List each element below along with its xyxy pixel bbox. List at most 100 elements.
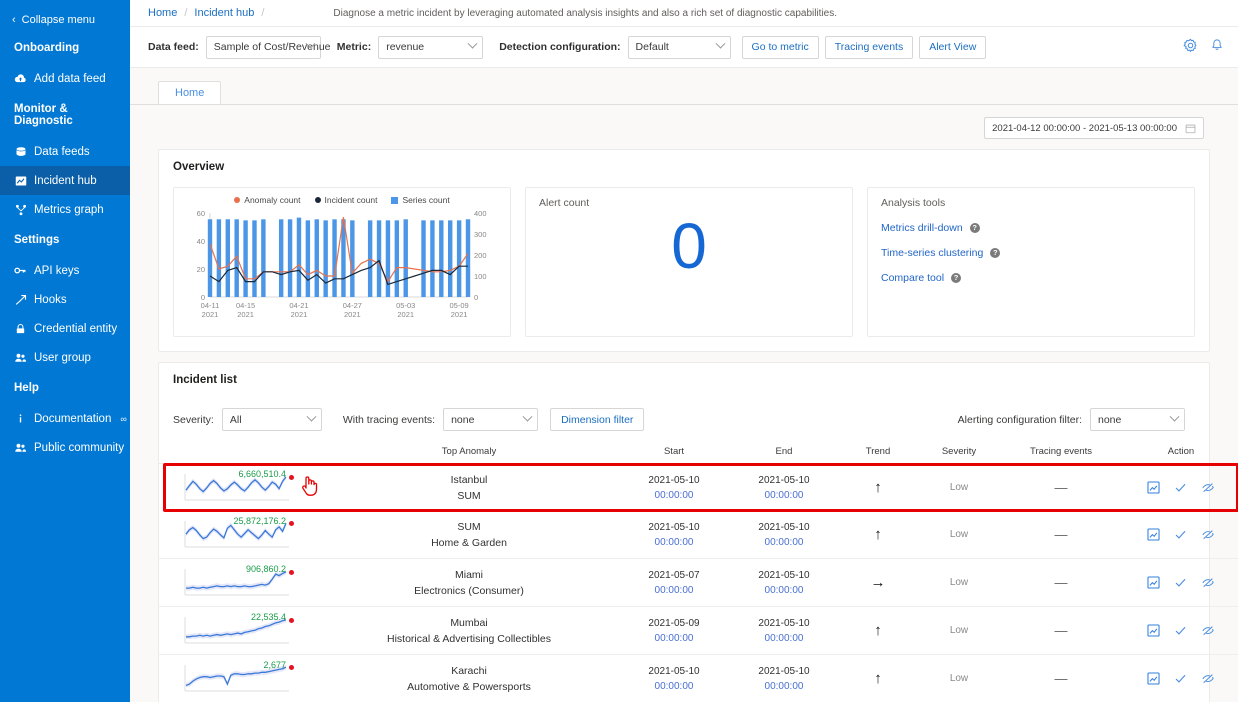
column-header-tracing-events[interactable]: Tracing events — [1001, 443, 1121, 464]
end-time: 00:00:00 — [729, 537, 839, 548]
overview-card: Overview Anomaly count Incident count — [158, 149, 1210, 352]
check-icon[interactable] — [1174, 624, 1187, 637]
tab-home[interactable]: Home — [158, 81, 221, 104]
column-header-start[interactable]: Start — [619, 443, 729, 464]
help-icon[interactable]: ? — [970, 223, 980, 233]
tracing-events-button[interactable]: Tracing events — [825, 36, 913, 59]
metrics-drill-down-link[interactable]: Metrics drill-down ? — [868, 209, 1194, 234]
incident-sparkline-cell[interactable]: 6,660,510.4 — [159, 464, 319, 512]
overview-chart-panel: Anomaly count Incident count Series coun… — [173, 187, 511, 337]
sidebar-item-hooks[interactable]: Hooks — [0, 285, 130, 314]
metric-select[interactable]: revenue — [378, 36, 483, 59]
start-cell: 2021-05-1000:00:00 — [619, 655, 729, 702]
sidebar-item-data-feeds[interactable]: Data feeds — [0, 137, 130, 166]
detection-configuration-select[interactable]: Default — [628, 36, 731, 59]
breadcrumb-home-link[interactable]: Home — [148, 7, 177, 19]
go-to-metric-button[interactable]: Go to metric — [742, 36, 819, 59]
time-series-clustering-link[interactable]: Time-series clustering ? — [868, 234, 1194, 259]
hide-eye-icon[interactable] — [1201, 624, 1215, 637]
breadcrumb-separator: / — [184, 7, 187, 19]
start-time: 00:00:00 — [619, 585, 729, 596]
start-time: 00:00:00 — [619, 490, 729, 501]
hide-eye-icon[interactable] — [1201, 576, 1215, 589]
end-cell: 2021-05-1000:00:00 — [729, 511, 839, 559]
breadcrumb-incident-hub-link[interactable]: Incident hub — [194, 7, 254, 19]
severity-select[interactable]: All — [222, 408, 322, 431]
svg-text:0: 0 — [474, 293, 478, 302]
gear-icon[interactable] — [1183, 38, 1198, 56]
severity-badge: Low — [950, 625, 968, 636]
sidebar-item-add-data-feed[interactable]: Add data feed — [0, 64, 130, 93]
analyze-chart-icon[interactable] — [1147, 624, 1160, 637]
column-header-severity[interactable]: Severity — [917, 443, 1001, 464]
table-row[interactable]: 906,860.2MiamiElectronics (Consumer)2021… — [159, 559, 1238, 607]
check-icon[interactable] — [1174, 672, 1187, 685]
tracing-events-value: — — [1055, 527, 1068, 542]
check-icon[interactable] — [1174, 528, 1187, 541]
sidebar-item-credential-entity[interactable]: Credential entity — [0, 314, 130, 343]
incident-list-filters: Severity: All With tracing events: none … — [159, 386, 1209, 443]
check-icon[interactable] — [1174, 576, 1187, 589]
sidebar-item-public-community[interactable]: Public community ∞ — [0, 433, 130, 462]
top-anomaly-cell[interactable]: KarachiAutomotive & Powersports — [319, 655, 619, 702]
legend-series-count[interactable]: Series count — [391, 195, 449, 205]
help-icon[interactable]: ? — [990, 248, 1000, 258]
incident-sparkline-cell[interactable]: 2,677 — [159, 655, 319, 702]
data-feed-select[interactable]: Sample of Cost/Revenue — [206, 36, 321, 59]
hide-eye-icon[interactable] — [1201, 528, 1215, 541]
compare-tool-link[interactable]: Compare tool ? — [868, 259, 1194, 284]
legend-anomaly-count[interactable]: Anomaly count — [234, 195, 300, 205]
check-icon[interactable] — [1174, 481, 1187, 494]
top-anomaly-cell[interactable]: MumbaiHistorical & Advertising Collectib… — [319, 607, 619, 655]
sidebar-item-label: Public community — [34, 442, 124, 454]
trend-arrow-icon: ↑ — [874, 526, 882, 543]
column-header-trend[interactable]: Trend — [839, 443, 917, 464]
date-range-picker[interactable]: 2021-04-12 00:00:00 - 2021-05-13 00:00:0… — [984, 117, 1204, 139]
table-row[interactable]: 6,660,510.4IstanbulSUM2021-05-1000:00:00… — [159, 464, 1238, 512]
page-description: Diagnose a metric incident by leveraging… — [333, 8, 837, 19]
start-time: 00:00:00 — [619, 681, 729, 692]
sparkline-value-label: 906,860.2 — [246, 564, 286, 574]
sidebar-item-user-group[interactable]: User group — [0, 343, 130, 372]
sidebar-item-metrics-graph[interactable]: Metrics graph — [0, 195, 130, 224]
column-header-end[interactable]: End — [729, 443, 839, 464]
sparkline: 2,677 — [183, 661, 295, 696]
hide-eye-icon[interactable] — [1201, 672, 1215, 685]
severity-badge: Low — [950, 482, 968, 493]
analyze-chart-icon[interactable] — [1147, 481, 1160, 494]
alert-view-button[interactable]: Alert View — [919, 36, 986, 59]
dimension-filter-button[interactable]: Dimension filter — [550, 408, 644, 431]
sidebar-item-incident-hub[interactable]: Incident hub — [0, 166, 130, 195]
analyze-chart-icon[interactable] — [1147, 528, 1160, 541]
chevron-down-icon — [1170, 411, 1180, 421]
analyze-chart-icon[interactable] — [1147, 576, 1160, 589]
help-icon[interactable]: ? — [951, 273, 961, 283]
legend-incident-count[interactable]: Incident count — [315, 195, 378, 205]
bell-icon[interactable] — [1210, 38, 1224, 56]
with-tracing-events-select[interactable]: none — [443, 408, 538, 431]
column-header-action: Action — [1121, 443, 1238, 464]
incident-sparkline-cell[interactable]: 22,535.4 — [159, 607, 319, 655]
table-row[interactable]: 2,677 KarachiAutomotive & Powersports2021… — [159, 655, 1238, 702]
metric-label: Metric: — [337, 41, 371, 53]
top-anomaly-cell[interactable]: IstanbulSUM — [319, 464, 619, 512]
hide-eye-icon[interactable] — [1201, 481, 1215, 494]
incident-sparkline-cell[interactable]: 25,872,176.2 — [159, 511, 319, 559]
anomaly-point-marker — [289, 618, 294, 623]
analyze-chart-icon[interactable] — [1147, 672, 1160, 685]
top-anomaly-cell[interactable]: MiamiElectronics (Consumer) — [319, 559, 619, 607]
incident-sparkline-cell[interactable]: 906,860.2 — [159, 559, 319, 607]
collapse-menu-button[interactable]: ‹ Collapse menu — [0, 8, 130, 32]
top-anomaly-cell[interactable]: SUMHome & Garden — [319, 511, 619, 559]
cloud-upload-icon — [14, 72, 27, 85]
alerting-configuration-filter-select[interactable]: none — [1090, 408, 1185, 431]
table-row[interactable]: 25,872,176.2SUMHome & Garden 2021-05-1000… — [159, 511, 1238, 559]
tracing-events-cell: — — [1001, 511, 1121, 559]
column-header-top-anomaly[interactable]: Top Anomaly — [319, 443, 619, 464]
sidebar-item-api-keys[interactable]: API keys — [0, 256, 130, 285]
sidebar-item-label: User group — [34, 352, 91, 364]
info-icon — [14, 412, 27, 425]
sidebar-item-label: Add data feed — [34, 73, 106, 85]
table-row[interactable]: 22,535.4MumbaiHistorical & Advertising C… — [159, 607, 1238, 655]
sidebar-item-documentation[interactable]: Documentation ∞ — [0, 404, 130, 433]
